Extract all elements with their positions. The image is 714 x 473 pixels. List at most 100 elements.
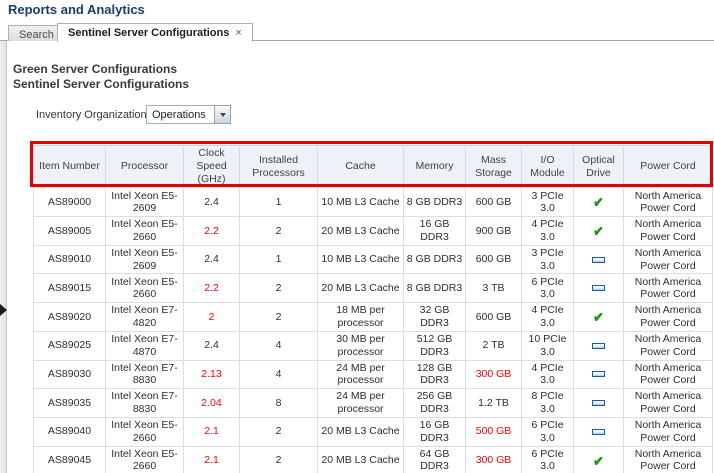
cell-installed-processors: 2 [239, 446, 318, 473]
cell-optical-drive [573, 360, 624, 390]
cell-cache: 10 MB L3 Cache [317, 187, 404, 218]
cell-memory: 128 GB DDR3 [403, 360, 466, 390]
dash-icon [592, 428, 605, 435]
cell-clock-speed: 2.4 [183, 331, 240, 361]
cell-io-module: 6 PCIe 3.0 [521, 273, 574, 304]
cell-memory: 64 GB DDR3 [403, 446, 466, 473]
dash-icon [592, 399, 605, 406]
dash-icon [592, 285, 605, 292]
column-header[interactable]: Power Cord [623, 144, 713, 189]
cell-processor: Intel Xeon E7-8830 [105, 388, 184, 418]
cell-processor: Intel Xeon E5-2609 [105, 245, 184, 275]
cell-processor: Intel Xeon E7-4870 [105, 331, 184, 361]
cell-installed-processors: 8 [239, 388, 318, 418]
column-header[interactable]: Clock Speed (GHz) [183, 144, 240, 189]
cell-processor: Intel Xeon E7-4820 [105, 302, 184, 332]
page-title: Reports and Analytics [8, 2, 145, 17]
check-icon: ✔ [593, 194, 604, 210]
column-header[interactable]: Item Number [33, 144, 106, 189]
column-header[interactable]: Mass Storage [465, 144, 522, 189]
cell-memory: 512 GB DDR3 [403, 331, 466, 361]
cell-processor: Intel Xeon E5-2660 [105, 417, 184, 447]
splitter-expand-arrow-icon[interactable] [0, 304, 7, 316]
cell-memory: 16 GB DDR3 [403, 216, 466, 246]
tab-sentinel-server-configurations[interactable]: Sentinel Server Configurations × [57, 23, 253, 42]
cell-mass-storage: 600 GB [465, 302, 522, 332]
cell-cache: 24 MB per processor [317, 360, 404, 390]
column-header[interactable]: Installed Processors [239, 144, 318, 189]
table-row[interactable]: AS89040 Intel Xeon E5-2660 2.1 2 20 MB L… [33, 417, 713, 447]
cell-cache: 20 MB L3 Cache [317, 417, 404, 447]
check-icon: ✔ [593, 452, 604, 468]
cell-item-number: AS89040 [33, 417, 106, 447]
table-row[interactable]: AS89025 Intel Xeon E7-4870 2.4 4 30 MB p… [33, 331, 713, 361]
cell-installed-processors: 2 [239, 417, 318, 447]
left-panel-splitter[interactable] [0, 41, 7, 473]
column-header[interactable]: Memory [403, 144, 466, 189]
dropdown-selected-value[interactable]: Operations [146, 105, 214, 124]
cell-item-number: AS89045 [33, 446, 106, 473]
cell-power-cord: North America Power Cord [623, 331, 713, 361]
cell-cache: 20 MB L3 Cache [317, 446, 404, 473]
column-header[interactable]: I/O Module [521, 144, 574, 189]
cell-memory: 256 GB DDR3 [403, 388, 466, 418]
table-row[interactable]: AS89030 Intel Xeon E7-8830 2.13 4 24 MB … [33, 360, 713, 390]
table-row[interactable]: AS89005 Intel Xeon E5-2660 2.2 2 20 MB L… [33, 216, 713, 246]
cell-io-module: 8 PCIe 3.0 [521, 388, 574, 418]
table-header-row: Item Number Processor Clock Speed (GHz) Ins… [33, 144, 713, 189]
cell-cache: 24 MB per processor [317, 388, 404, 418]
cell-optical-drive: ✔ [573, 216, 624, 246]
cell-clock-speed: 2.2 [183, 273, 240, 304]
column-header[interactable]: Optical Drive [573, 144, 624, 189]
cell-processor: Intel Xeon E5-2660 [105, 216, 184, 246]
cell-optical-drive [573, 388, 624, 418]
cell-item-number: AS89000 [33, 187, 106, 218]
cell-io-module: 10 PCIe 3.0 [521, 331, 574, 361]
cell-item-number: AS89020 [33, 302, 106, 332]
tab-search-label: Search [19, 29, 54, 41]
cell-item-number: AS89030 [33, 360, 106, 390]
cell-item-number: AS89005 [33, 216, 106, 246]
cell-cache: 18 MB per processor [317, 302, 404, 332]
table-row[interactable]: AS89015 Intel Xeon E5-2660 2.2 2 20 MB L… [33, 273, 713, 304]
chevron-down-icon [219, 112, 226, 117]
cell-cache: 30 MB per processor [317, 331, 404, 361]
tab-active-label: Sentinel Server Configurations [68, 27, 230, 39]
cell-mass-storage: 1.2 TB [465, 388, 522, 418]
cell-mass-storage: 600 GB [465, 245, 522, 275]
table-row[interactable]: AS89020 Intel Xeon E7-4820 2 2 18 MB per… [33, 302, 713, 332]
cell-power-cord: North America Power Cord [623, 216, 713, 246]
column-header[interactable]: Processor [105, 144, 184, 189]
cell-clock-speed: 2 [183, 302, 240, 332]
table-row[interactable]: AS89035 Intel Xeon E7-8830 2.04 8 24 MB … [33, 388, 713, 418]
server-configurations-table: Item Number Processor Clock Speed (GHz) Ins… [33, 144, 713, 473]
cell-installed-processors: 4 [239, 331, 318, 361]
cell-io-module: 3 PCIe 3.0 [521, 245, 574, 275]
dropdown-button[interactable] [214, 105, 231, 124]
cell-memory: 32 GB DDR3 [403, 302, 466, 332]
cell-clock-speed: 2.4 [183, 245, 240, 275]
table-row[interactable]: AS89045 Intel Xeon E5-2660 2.1 2 20 MB L… [33, 446, 713, 473]
cell-optical-drive [573, 273, 624, 304]
close-icon[interactable]: × [235, 27, 241, 39]
inventory-organization-dropdown[interactable]: Operations [146, 105, 231, 124]
cell-io-module: 4 PCIe 3.0 [521, 302, 574, 332]
cell-mass-storage: 500 GB [465, 417, 522, 447]
cell-optical-drive [573, 245, 624, 275]
cell-cache: 20 MB L3 Cache [317, 216, 404, 246]
cell-io-module: 6 PCIe 3.0 [521, 446, 574, 473]
cell-clock-speed: 2.1 [183, 417, 240, 447]
cell-installed-processors: 4 [239, 360, 318, 390]
column-header[interactable]: Cache [317, 144, 404, 189]
cell-optical-drive [573, 331, 624, 361]
table-row[interactable]: AS89010 Intel Xeon E5-2609 2.4 1 10 MB L… [33, 245, 713, 275]
cell-clock-speed: 2.2 [183, 216, 240, 246]
cell-mass-storage: 600 GB [465, 187, 522, 218]
dash-icon [592, 371, 605, 378]
cell-mass-storage: 2 TB [465, 331, 522, 361]
cell-memory: 16 GB DDR3 [403, 417, 466, 447]
cell-io-module: 4 PCIe 3.0 [521, 360, 574, 390]
table-row[interactable]: AS89000 Intel Xeon E5-2609 2.4 1 10 MB L… [33, 187, 713, 218]
table-body: AS89000 Intel Xeon E5-2609 2.4 1 10 MB L… [33, 187, 713, 473]
cell-processor: Intel Xeon E5-2660 [105, 446, 184, 473]
